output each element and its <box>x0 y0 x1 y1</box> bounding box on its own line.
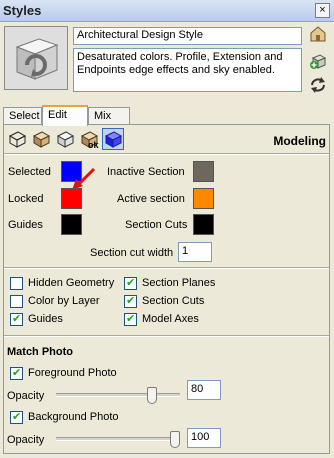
style-description-input[interactable]: Desaturated colors. Profile, Extension a… <box>73 48 302 92</box>
section-cut-width-input[interactable]: 1 <box>178 242 212 262</box>
slider-thumb[interactable] <box>170 431 180 448</box>
section-cuts-checkbox-label: Section Cuts <box>142 295 205 307</box>
match-photo-heading: Match Photo <box>7 346 73 358</box>
model-axes-checkbox[interactable] <box>124 312 137 326</box>
guides-checkbox[interactable] <box>10 312 23 326</box>
foreground-photo-label: Foreground Photo <box>28 367 117 379</box>
svg-text:ok: ok <box>88 140 99 150</box>
background-opacity-label: Opacity <box>7 434 45 446</box>
watermark-settings-icon[interactable]: ok <box>78 128 100 150</box>
hidden-geometry-checkbox[interactable] <box>10 277 23 290</box>
foreground-opacity-label: Opacity <box>7 390 45 402</box>
slider-track <box>56 393 180 397</box>
edit-category-title: Modeling <box>273 134 326 148</box>
active-section-color-swatch[interactable] <box>193 188 214 209</box>
style-name-input[interactable]: Architectural Design Style <box>73 27 302 45</box>
background-photo-checkbox[interactable] <box>10 410 23 424</box>
section-planes-checkbox[interactable] <box>124 276 137 290</box>
title-bar: Styles × <box>0 0 334 22</box>
section-cuts-color-swatch[interactable] <box>193 214 214 235</box>
foreground-opacity-slider[interactable] <box>56 385 180 405</box>
foreground-photo-checkbox[interactable] <box>10 366 23 380</box>
house-thumbnail-icon[interactable] <box>309 25 327 43</box>
tab-select[interactable]: Select <box>3 107 42 125</box>
guides-color-swatch[interactable] <box>61 214 82 235</box>
section-cuts-checkbox[interactable] <box>124 294 137 308</box>
face-settings-icon[interactable] <box>30 128 52 150</box>
guides-color-label: Guides <box>8 219 43 231</box>
guides-checkbox-label: Guides <box>28 313 63 325</box>
modeling-settings-icon[interactable] <box>102 128 124 150</box>
style-thumbnail[interactable] <box>4 26 68 90</box>
edge-settings-icon[interactable] <box>6 128 28 150</box>
divider <box>4 267 329 269</box>
background-opacity-input[interactable]: 100 <box>187 428 221 448</box>
close-button[interactable]: × <box>315 3 330 18</box>
inactive-section-label: Inactive Section <box>107 166 185 178</box>
section-planes-label: Section Planes <box>142 277 216 289</box>
refresh-cube-icon <box>5 27 67 89</box>
window-title: Styles <box>3 3 42 18</box>
active-section-label: Active section <box>117 193 185 205</box>
divider <box>4 335 329 337</box>
create-style-icon[interactable] <box>309 52 327 70</box>
color-by-layer-label: Color by Layer <box>28 295 100 307</box>
locked-color-label: Locked <box>8 193 44 205</box>
slider-thumb[interactable] <box>147 387 157 404</box>
tab-mix[interactable]: Mix <box>88 107 130 125</box>
divider <box>4 153 329 155</box>
section-cut-width-label: Section cut width <box>90 247 174 259</box>
update-style-icon[interactable] <box>309 76 327 94</box>
hidden-geometry-label: Hidden Geometry <box>28 277 115 289</box>
section-cuts-color-label: Section Cuts <box>125 219 188 231</box>
edit-panel: ok Modeling Selected Inactive Section Lo… <box>3 124 330 454</box>
background-opacity-slider[interactable] <box>56 429 180 449</box>
slider-track <box>56 437 180 441</box>
inactive-section-color-swatch[interactable] <box>193 161 214 182</box>
locked-color-swatch[interactable] <box>61 188 82 209</box>
background-photo-label: Background Photo <box>28 411 119 423</box>
tab-edit[interactable]: Edit <box>42 105 88 126</box>
color-by-layer-checkbox[interactable] <box>10 295 23 308</box>
selected-color-label: Selected <box>8 166 51 178</box>
background-settings-icon[interactable] <box>54 128 76 150</box>
model-axes-label: Model Axes <box>142 313 199 325</box>
foreground-opacity-input[interactable]: 80 <box>187 380 221 400</box>
